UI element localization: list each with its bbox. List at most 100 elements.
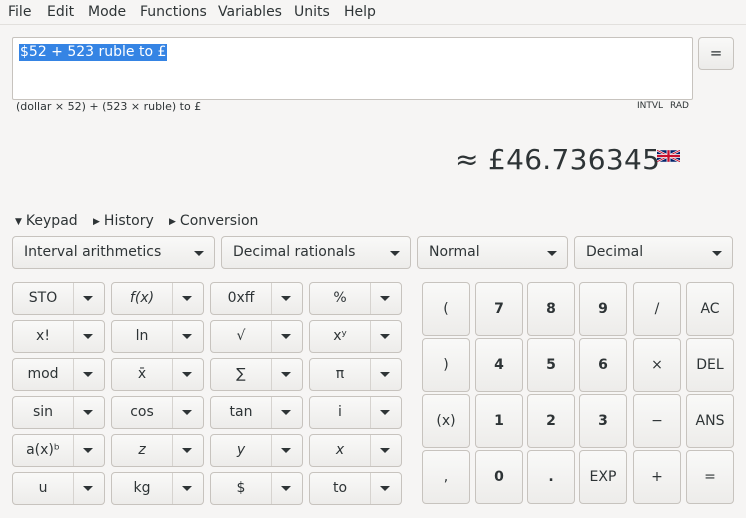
keypad-button[interactable]: 0 [475,450,523,504]
function-button: sin [12,396,105,429]
dropdown-arrow-icon[interactable] [380,448,390,453]
menu-edit[interactable]: Edit [47,4,74,20]
dropdown-arrow-icon[interactable] [380,410,390,415]
keypad-button[interactable]: = [686,450,734,504]
function-button-main[interactable]: u [13,473,74,504]
keypad-button[interactable]: EXP [579,450,627,504]
dropdown-arrow-icon[interactable] [281,372,291,377]
function-button-main[interactable]: ∑ [211,359,272,390]
display-mode-select[interactable]: Normal [417,236,568,269]
keypad-button[interactable]: 2 [527,394,575,448]
dropdown-arrow-icon[interactable] [83,448,93,453]
keypad-button[interactable]: , [422,450,470,504]
keypad-button[interactable]: ) [422,338,470,392]
dropdown-arrow-icon[interactable] [182,486,192,491]
function-button-main[interactable]: x̄ [112,359,173,390]
dropdown-arrow-icon[interactable] [281,410,291,415]
menu-variables[interactable]: Variables [218,4,282,20]
function-button-main[interactable]: z [112,435,173,466]
dropdown-arrow-icon[interactable] [281,486,291,491]
dropdown-arrow-icon[interactable] [83,334,93,339]
function-button-main[interactable]: sin [13,397,74,428]
base-value: Decimal [586,244,644,260]
function-button-main[interactable]: x! [13,321,74,352]
menu-mode[interactable]: Mode [88,4,126,20]
keypad-button[interactable]: 1 [475,394,523,448]
dropdown-arrow-icon[interactable] [380,296,390,301]
function-button-main[interactable]: STO [13,283,74,314]
base-select[interactable]: Decimal [574,236,733,269]
keypad-button[interactable]: AC [686,282,734,336]
menu-functions[interactable]: Functions [140,4,207,20]
keypad-button[interactable]: (x) [422,394,470,448]
keypad-button[interactable]: 8 [527,282,575,336]
dropdown-arrow-icon[interactable] [182,334,192,339]
keypad-button[interactable]: ANS [686,394,734,448]
keypad-button[interactable]: 6 [579,338,627,392]
keypad-button[interactable]: × [633,338,681,392]
function-button-main[interactable]: % [310,283,371,314]
interval-mode-select[interactable]: Interval arithmetics [12,236,215,269]
function-button: 0xff [210,282,303,315]
function-button-main[interactable]: y [211,435,272,466]
dropdown-arrow-icon[interactable] [83,296,93,301]
function-button: % [309,282,402,315]
function-button-main[interactable]: cos [112,397,173,428]
keypad-button[interactable]: 4 [475,338,523,392]
keypad-button[interactable]: + [633,450,681,504]
conversion-expander[interactable]: ▶ Conversion [169,213,258,229]
function-button-main[interactable]: x [310,435,371,466]
expression-input[interactable]: $52 + 523 ruble to £ [12,37,693,100]
function-button-main[interactable]: f(x) [112,283,173,314]
dropdown-arrow-icon[interactable] [380,334,390,339]
function-button-main[interactable]: π [310,359,371,390]
function-button-main[interactable]: kg [112,473,173,504]
dropdown-arrow-icon[interactable] [83,410,93,415]
keypad-button[interactable]: . [527,450,575,504]
function-button: tan [210,396,303,429]
keypad-button[interactable]: − [633,394,681,448]
history-expander[interactable]: ▶ History [93,213,154,229]
interval-mode-value: Interval arithmetics [24,244,162,260]
function-button-main[interactable]: √ [211,321,272,352]
function-button: kg [111,472,204,505]
keypad-button[interactable]: / [633,282,681,336]
keypad-button[interactable]: 9 [579,282,627,336]
menu-bar: File Edit Mode Functions Variables Units… [0,0,746,25]
keypad-expander[interactable]: ▼ Keypad [15,213,78,229]
chevron-right-icon: ▶ [93,217,100,227]
dropdown-arrow-icon[interactable] [182,448,192,453]
keypad-button[interactable]: DEL [686,338,734,392]
dropdown-arrow-icon[interactable] [83,372,93,377]
function-button-main[interactable]: 0xff [211,283,272,314]
keypad-button[interactable]: 3 [579,394,627,448]
dropdown-arrow-icon[interactable] [380,486,390,491]
function-button-main[interactable]: to [310,473,371,504]
menu-file[interactable]: File [8,4,31,20]
dropdown-arrow-icon[interactable] [182,372,192,377]
dropdown-arrow-icon[interactable] [281,296,291,301]
function-button: f(x) [111,282,204,315]
function-button-main[interactable]: mod [13,359,74,390]
keypad-button[interactable]: 5 [527,338,575,392]
keypad-button[interactable]: ( [422,282,470,336]
dropdown-arrow-icon[interactable] [281,334,291,339]
function-button: π [309,358,402,391]
menu-help[interactable]: Help [344,4,376,20]
function-button-main[interactable]: tan [211,397,272,428]
dropdown-arrow-icon[interactable] [83,486,93,491]
dropdown-arrow-icon[interactable] [380,372,390,377]
keypad-button[interactable]: 7 [475,282,523,336]
function-button-main[interactable]: i [310,397,371,428]
function-button-main[interactable]: xʸ [310,321,371,352]
interval-status: INTVL [637,101,664,111]
function-button-main[interactable]: ln [112,321,173,352]
fraction-mode-select[interactable]: Decimal rationals [221,236,411,269]
dropdown-arrow-icon[interactable] [182,296,192,301]
function-button-main[interactable]: a(x)ᵇ [13,435,74,466]
function-button-main[interactable]: $ [211,473,272,504]
menu-units[interactable]: Units [294,4,330,20]
dropdown-arrow-icon[interactable] [182,410,192,415]
calculate-button[interactable]: = [698,37,734,70]
dropdown-arrow-icon[interactable] [281,448,291,453]
